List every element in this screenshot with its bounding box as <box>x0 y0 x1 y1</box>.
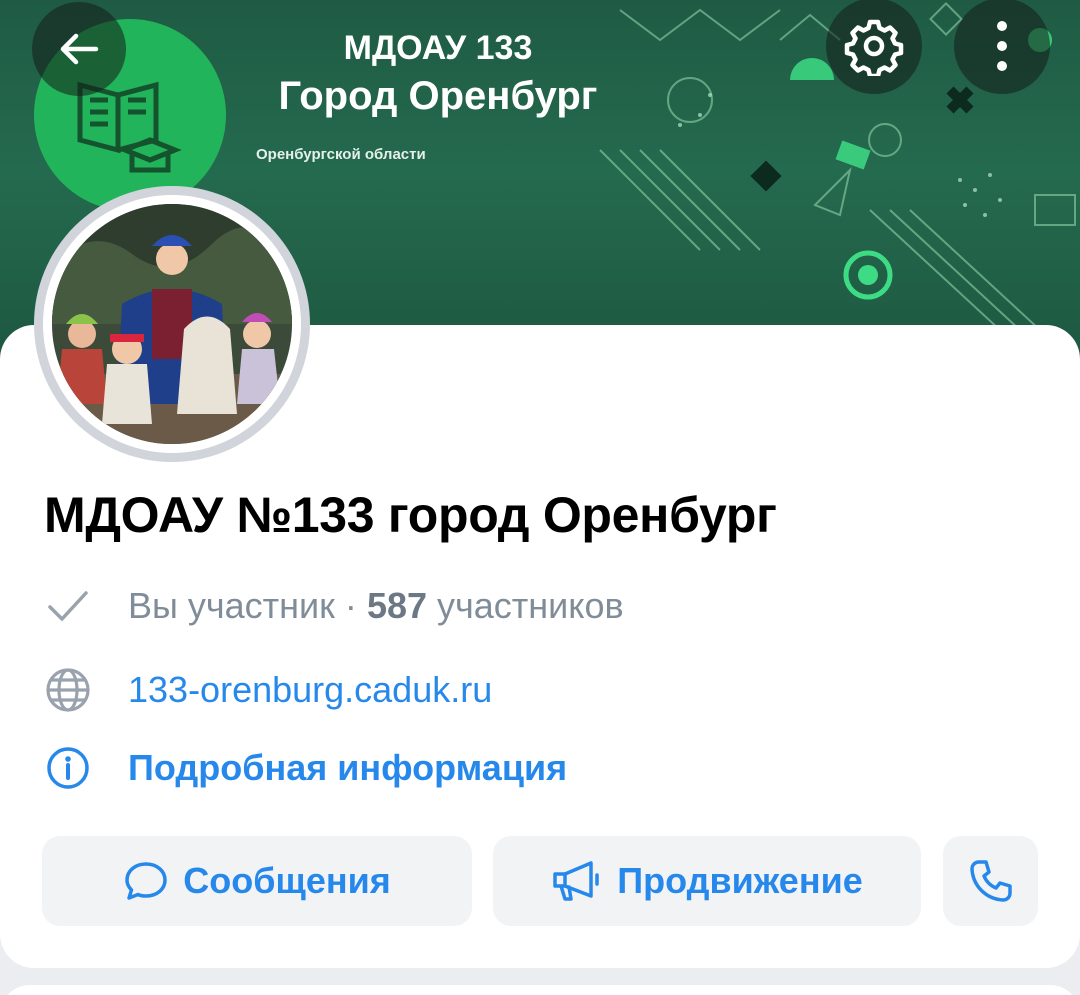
avatar[interactable] <box>34 186 310 462</box>
website-row[interactable]: 133-orenburg.caduk.ru <box>44 666 492 714</box>
arrow-left-icon <box>60 33 99 65</box>
message-bubble-icon <box>125 862 167 900</box>
check-icon <box>44 582 92 630</box>
globe-icon <box>44 666 92 714</box>
phone-icon <box>969 860 1012 902</box>
avatar-photo <box>52 204 292 444</box>
more-vertical-icon <box>997 21 1007 71</box>
children-photo-image <box>52 204 292 444</box>
details-link[interactable]: Подробная информация <box>128 747 567 789</box>
more-button[interactable] <box>954 0 1050 94</box>
group-page: МДОАУ 133 Город Оренбург Оренбургской об… <box>0 0 1080 995</box>
cover-subtitle: Оренбургской области <box>256 146 426 163</box>
group-name: МДОАУ №133 город Оренбург <box>44 487 777 543</box>
members-label: участников <box>437 585 624 626</box>
next-section-edge <box>0 985 1080 995</box>
cover-title: МДОАУ 133 Город Оренбург <box>258 28 618 116</box>
call-button[interactable] <box>943 836 1038 926</box>
messages-button[interactable]: Сообщения <box>42 836 472 926</box>
separator: · <box>344 585 357 626</box>
membership-status: Вы участник <box>128 585 335 626</box>
promotion-label: Продвижение <box>617 860 863 901</box>
promotion-button[interactable]: Продвижение <box>493 836 921 926</box>
members-count: 587 <box>366 585 428 626</box>
details-row[interactable]: Подробная информация <box>44 744 567 792</box>
messages-label: Сообщения <box>183 860 391 901</box>
gear-icon <box>844 19 904 76</box>
info-icon <box>44 744 92 792</box>
website-link[interactable]: 133-orenburg.caduk.ru <box>128 669 492 711</box>
membership-row[interactable]: Вы участник · 587 участников <box>44 582 624 630</box>
settings-button[interactable] <box>826 0 922 94</box>
membership-text: Вы участник · 587 участников <box>128 585 624 627</box>
cover-title-line2: Город Оренбург <box>278 74 598 118</box>
back-button[interactable] <box>32 2 126 96</box>
cover-title-line1: МДОАУ 133 <box>343 29 533 67</box>
megaphone-icon <box>553 861 600 901</box>
